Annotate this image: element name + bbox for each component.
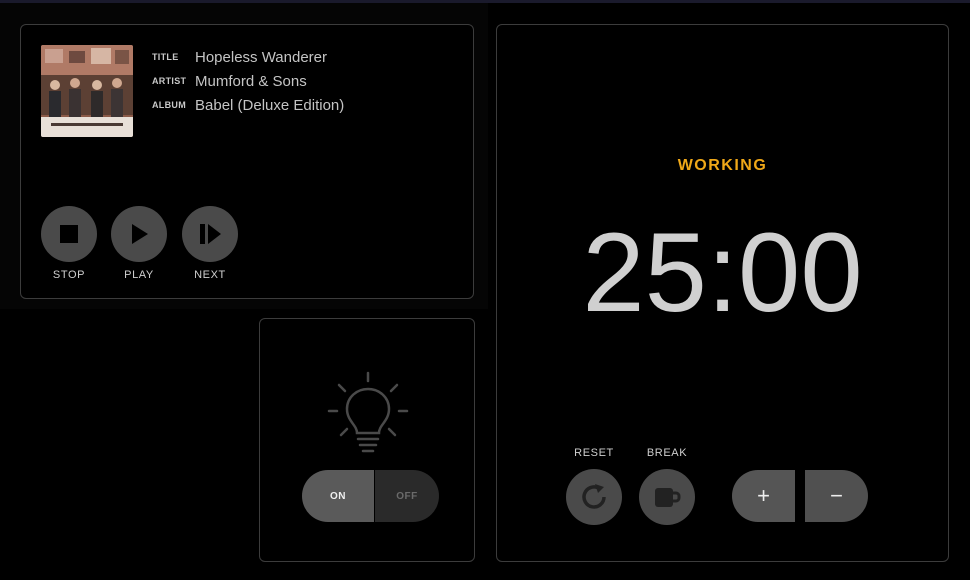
music-panel: TITLE Hopeless Wanderer ARTIST Mumford &… [20, 24, 474, 299]
break-button[interactable] [639, 469, 695, 525]
title-key: TITLE [152, 52, 179, 62]
light-toggle: ON OFF [302, 470, 439, 522]
artist-key: ARTIST [152, 76, 187, 86]
track-artist: Mumford & Sons [195, 72, 307, 90]
reset-label: RESET [574, 447, 614, 459]
album-key: ALBUM [152, 100, 186, 110]
timer-clock: 25:00 [582, 210, 863, 335]
track-title: Hopeless Wanderer [195, 48, 328, 66]
stop-control: STOP [41, 206, 97, 281]
reset-control: RESET [566, 447, 622, 525]
stop-label: STOP [52, 269, 86, 281]
next-label: NEXT [194, 269, 226, 281]
play-button[interactable] [111, 206, 167, 262]
lightbulb-icon [327, 371, 409, 460]
reset-icon [582, 484, 606, 509]
next-icon [200, 224, 221, 244]
stop-icon [60, 225, 78, 243]
next-control: NEXT [182, 206, 238, 281]
light-off-button[interactable]: OFF [375, 470, 439, 522]
track-album: Babel (Deluxe Edition) [195, 96, 345, 114]
break-label: BREAK [646, 447, 688, 459]
light-on-button[interactable]: ON [302, 470, 374, 522]
plus-button[interactable]: + [732, 470, 795, 522]
light-panel: ON OFF [259, 318, 475, 562]
reset-button[interactable] [566, 469, 622, 525]
timer-panel: WORKING 25:00 RESET BREAK + − [496, 24, 949, 562]
album-art [41, 45, 133, 137]
next-button[interactable] [182, 206, 238, 262]
stop-button[interactable] [41, 206, 97, 262]
coffee-cup-icon [655, 488, 681, 507]
play-control: PLAY [111, 206, 167, 281]
break-control: BREAK [639, 447, 695, 525]
minus-button[interactable]: − [805, 470, 868, 522]
play-icon [132, 224, 148, 244]
time-adjust: + − [732, 470, 868, 522]
play-label: PLAY [124, 269, 154, 281]
timer-status: WORKING [677, 157, 768, 174]
track-meta: TITLE Hopeless Wanderer ARTIST Mumford &… [152, 45, 344, 117]
